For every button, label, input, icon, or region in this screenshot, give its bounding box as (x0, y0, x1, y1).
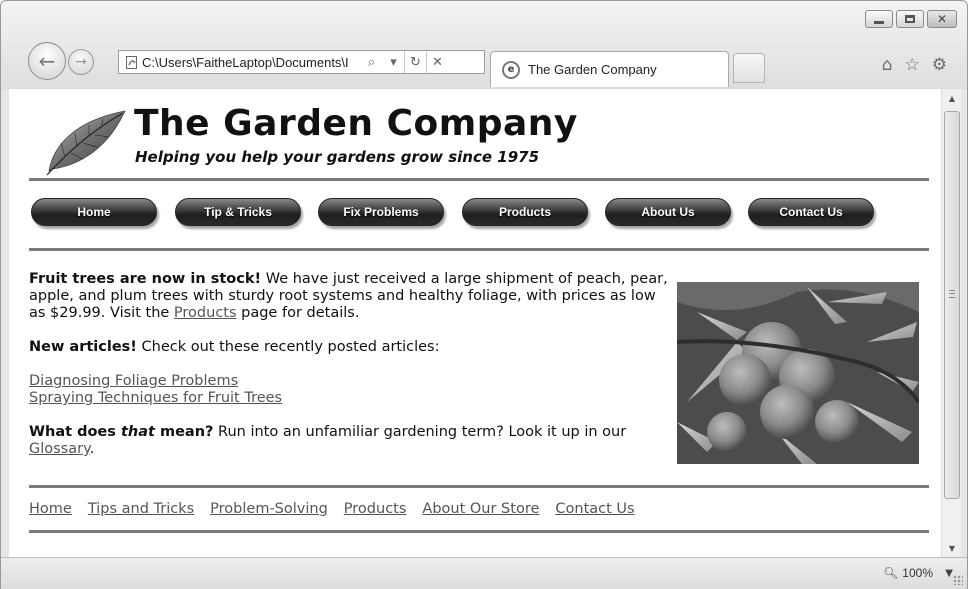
nav-button-home[interactable]: Home (31, 198, 157, 226)
close-window-button[interactable]: ✕ (927, 10, 957, 28)
search-icon[interactable]: ⌕ (360, 51, 382, 73)
glossary-headline-b: mean? (154, 424, 214, 440)
articles-text: Check out these recently posted articles… (136, 339, 440, 355)
page-icon (122, 51, 142, 73)
articles-intro: New articles! Check out these recently p… (29, 339, 669, 356)
footer-navigation: Home Tips and Tricks Problem-Solving Pro… (29, 501, 635, 517)
articles-headline: New articles! (29, 339, 137, 355)
glossary-headline-italic: that (120, 424, 155, 440)
vertical-scrollbar[interactable]: ▲ ▼ (941, 89, 961, 557)
navigation-buttons: ← → (28, 42, 110, 80)
zoom-icon: 🔍︎ (883, 566, 899, 580)
nav-button-label: Tip & Tricks (204, 205, 272, 219)
scroll-down-icon[interactable]: ▼ (942, 539, 962, 557)
status-bar: 🔍︎ 100% ▼ (1, 557, 967, 589)
close-icon: ✕ (936, 12, 948, 26)
footer-link-about-our-store[interactable]: About Our Store (422, 501, 539, 517)
browser-toolbar: ✕ ← → C:\Users\FaitheLaptop\Documents\I … (1, 1, 967, 89)
main-content: Fruit trees are now in stock! We have ju… (29, 271, 669, 475)
minimize-button[interactable] (865, 10, 893, 28)
tab-label: The Garden Company (528, 62, 657, 77)
browser-window: ✕ ← → C:\Users\FaitheLaptop\Documents\I … (0, 0, 968, 589)
leaf-logo (46, 110, 126, 176)
footer-link-home[interactable]: Home (29, 501, 72, 517)
peach-tree-photo (677, 282, 919, 464)
nav-button-label: Products (498, 205, 551, 219)
site-tagline: Helping you help your gardens grow since… (135, 148, 540, 166)
products-link[interactable]: Products (174, 305, 237, 321)
glossary-text-end: . (89, 441, 95, 457)
scroll-thumb[interactable] (944, 111, 960, 499)
nav-button-products[interactable]: Products (462, 198, 588, 226)
glossary-link[interactable]: Glossary (29, 441, 90, 457)
stock-text-end: page for details. (236, 305, 360, 321)
forward-arrow-icon: → (75, 54, 87, 70)
nav-button-tips-tricks[interactable]: Tip & Tricks (175, 198, 301, 226)
back-arrow-icon: ← (38, 49, 56, 73)
stop-icon[interactable]: ✕ (426, 51, 448, 73)
footer-link-tips-and-tricks[interactable]: Tips and Tricks (88, 501, 194, 517)
forward-button[interactable]: → (68, 49, 94, 75)
zoom-control[interactable]: 🔍︎ 100% (883, 566, 933, 580)
scroll-up-icon[interactable]: ▲ (942, 89, 962, 107)
maximize-icon (905, 15, 915, 23)
nav-button-label: About Us (641, 205, 695, 219)
glossary-headline-a: What does (29, 424, 121, 440)
nav-button-label: Fix Problems (343, 205, 419, 219)
nav-button-label: Contact Us (779, 205, 843, 219)
minimize-icon (874, 20, 884, 24)
address-bar[interactable]: C:\Users\FaitheLaptop\Documents\I ⌕ ▾ ↻ … (118, 50, 485, 74)
back-button[interactable]: ← (28, 42, 66, 80)
nav-button-fix-problems[interactable]: Fix Problems (318, 198, 444, 226)
ie-logo-icon: e (502, 60, 520, 79)
footer-divider (29, 530, 929, 533)
article-link-foliage[interactable]: Diagnosing Foliage Problems (29, 373, 238, 389)
nav-divider (29, 248, 929, 251)
main-navigation: Home Tip & Tricks Fix Problems Products … (31, 195, 911, 229)
nav-button-contact-us[interactable]: Contact Us (748, 198, 874, 226)
zoom-dropdown-icon[interactable]: ▼ (945, 568, 953, 579)
footer-link-contact-us[interactable]: Contact Us (555, 501, 634, 517)
home-icon[interactable]: ⌂ (882, 55, 893, 75)
content-divider (29, 485, 929, 488)
glossary-text: Run into an unfamiliar gardening term? L… (213, 424, 627, 440)
address-text[interactable]: C:\Users\FaitheLaptop\Documents\I (142, 55, 360, 70)
glossary-headline: What does that mean? (29, 424, 213, 440)
grip-icon (949, 290, 955, 298)
site-header: The Garden Company Helping you help your… (34, 101, 634, 181)
footer-link-problem-solving[interactable]: Problem-Solving (210, 501, 328, 517)
new-tab-button[interactable] (733, 53, 765, 83)
stock-announcement: Fruit trees are now in stock! We have ju… (29, 271, 669, 322)
maximize-button[interactable] (896, 10, 924, 28)
refresh-icon[interactable]: ↻ (404, 51, 426, 73)
nav-button-label: Home (77, 205, 111, 219)
window-controls: ✕ (865, 10, 957, 28)
article-link-spraying[interactable]: Spraying Techniques for Fruit Trees (29, 390, 282, 406)
favorites-star-icon[interactable]: ☆ (905, 55, 920, 75)
glossary-note: What does that mean? Run into an unfamil… (29, 424, 669, 458)
nav-button-about-us[interactable]: About Us (605, 198, 731, 226)
article-links: Diagnosing Foliage Problems Spraying Tec… (29, 373, 669, 407)
tab-the-garden-company[interactable]: e The Garden Company (490, 51, 729, 87)
resize-grip-icon[interactable] (953, 575, 963, 585)
footer-link-products[interactable]: Products (344, 501, 407, 517)
browser-command-icons: ⌂ ☆ ⚙ (882, 55, 947, 75)
header-divider (29, 178, 929, 181)
page-viewport: The Garden Company Helping you help your… (9, 89, 941, 557)
stock-headline: Fruit trees are now in stock! (29, 271, 262, 287)
zoom-level: 100% (902, 566, 933, 580)
settings-gear-icon[interactable]: ⚙ (932, 55, 947, 75)
dropdown-icon[interactable]: ▾ (382, 51, 404, 73)
site-title: The Garden Company (134, 103, 578, 144)
